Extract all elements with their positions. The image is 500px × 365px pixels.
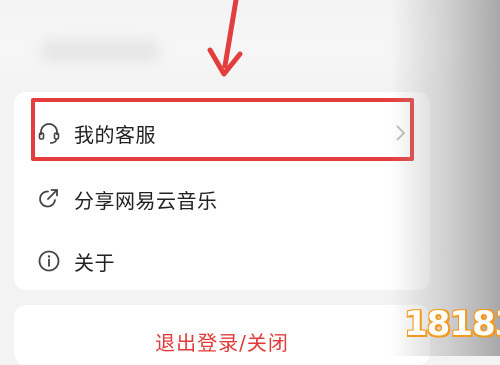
watermark-text: 18183 <box>404 304 500 344</box>
menu-item-about[interactable]: 关于 <box>14 228 430 294</box>
logout-card: 退出登录/关闭 <box>14 305 430 365</box>
logout-button[interactable]: 退出登录/关闭 <box>14 327 430 356</box>
blurred-content <box>40 40 160 62</box>
share-icon <box>39 189 58 208</box>
info-icon <box>38 250 60 272</box>
watermark-logo: 18183 <box>394 296 500 350</box>
menu-item-label: 关于 <box>74 250 115 275</box>
highlight-box <box>31 98 414 161</box>
annotation-arrow <box>207 0 243 77</box>
menu-item-share[interactable]: 分享网易云音乐 <box>14 166 430 232</box>
menu-item-label: 分享网易云音乐 <box>74 188 218 213</box>
